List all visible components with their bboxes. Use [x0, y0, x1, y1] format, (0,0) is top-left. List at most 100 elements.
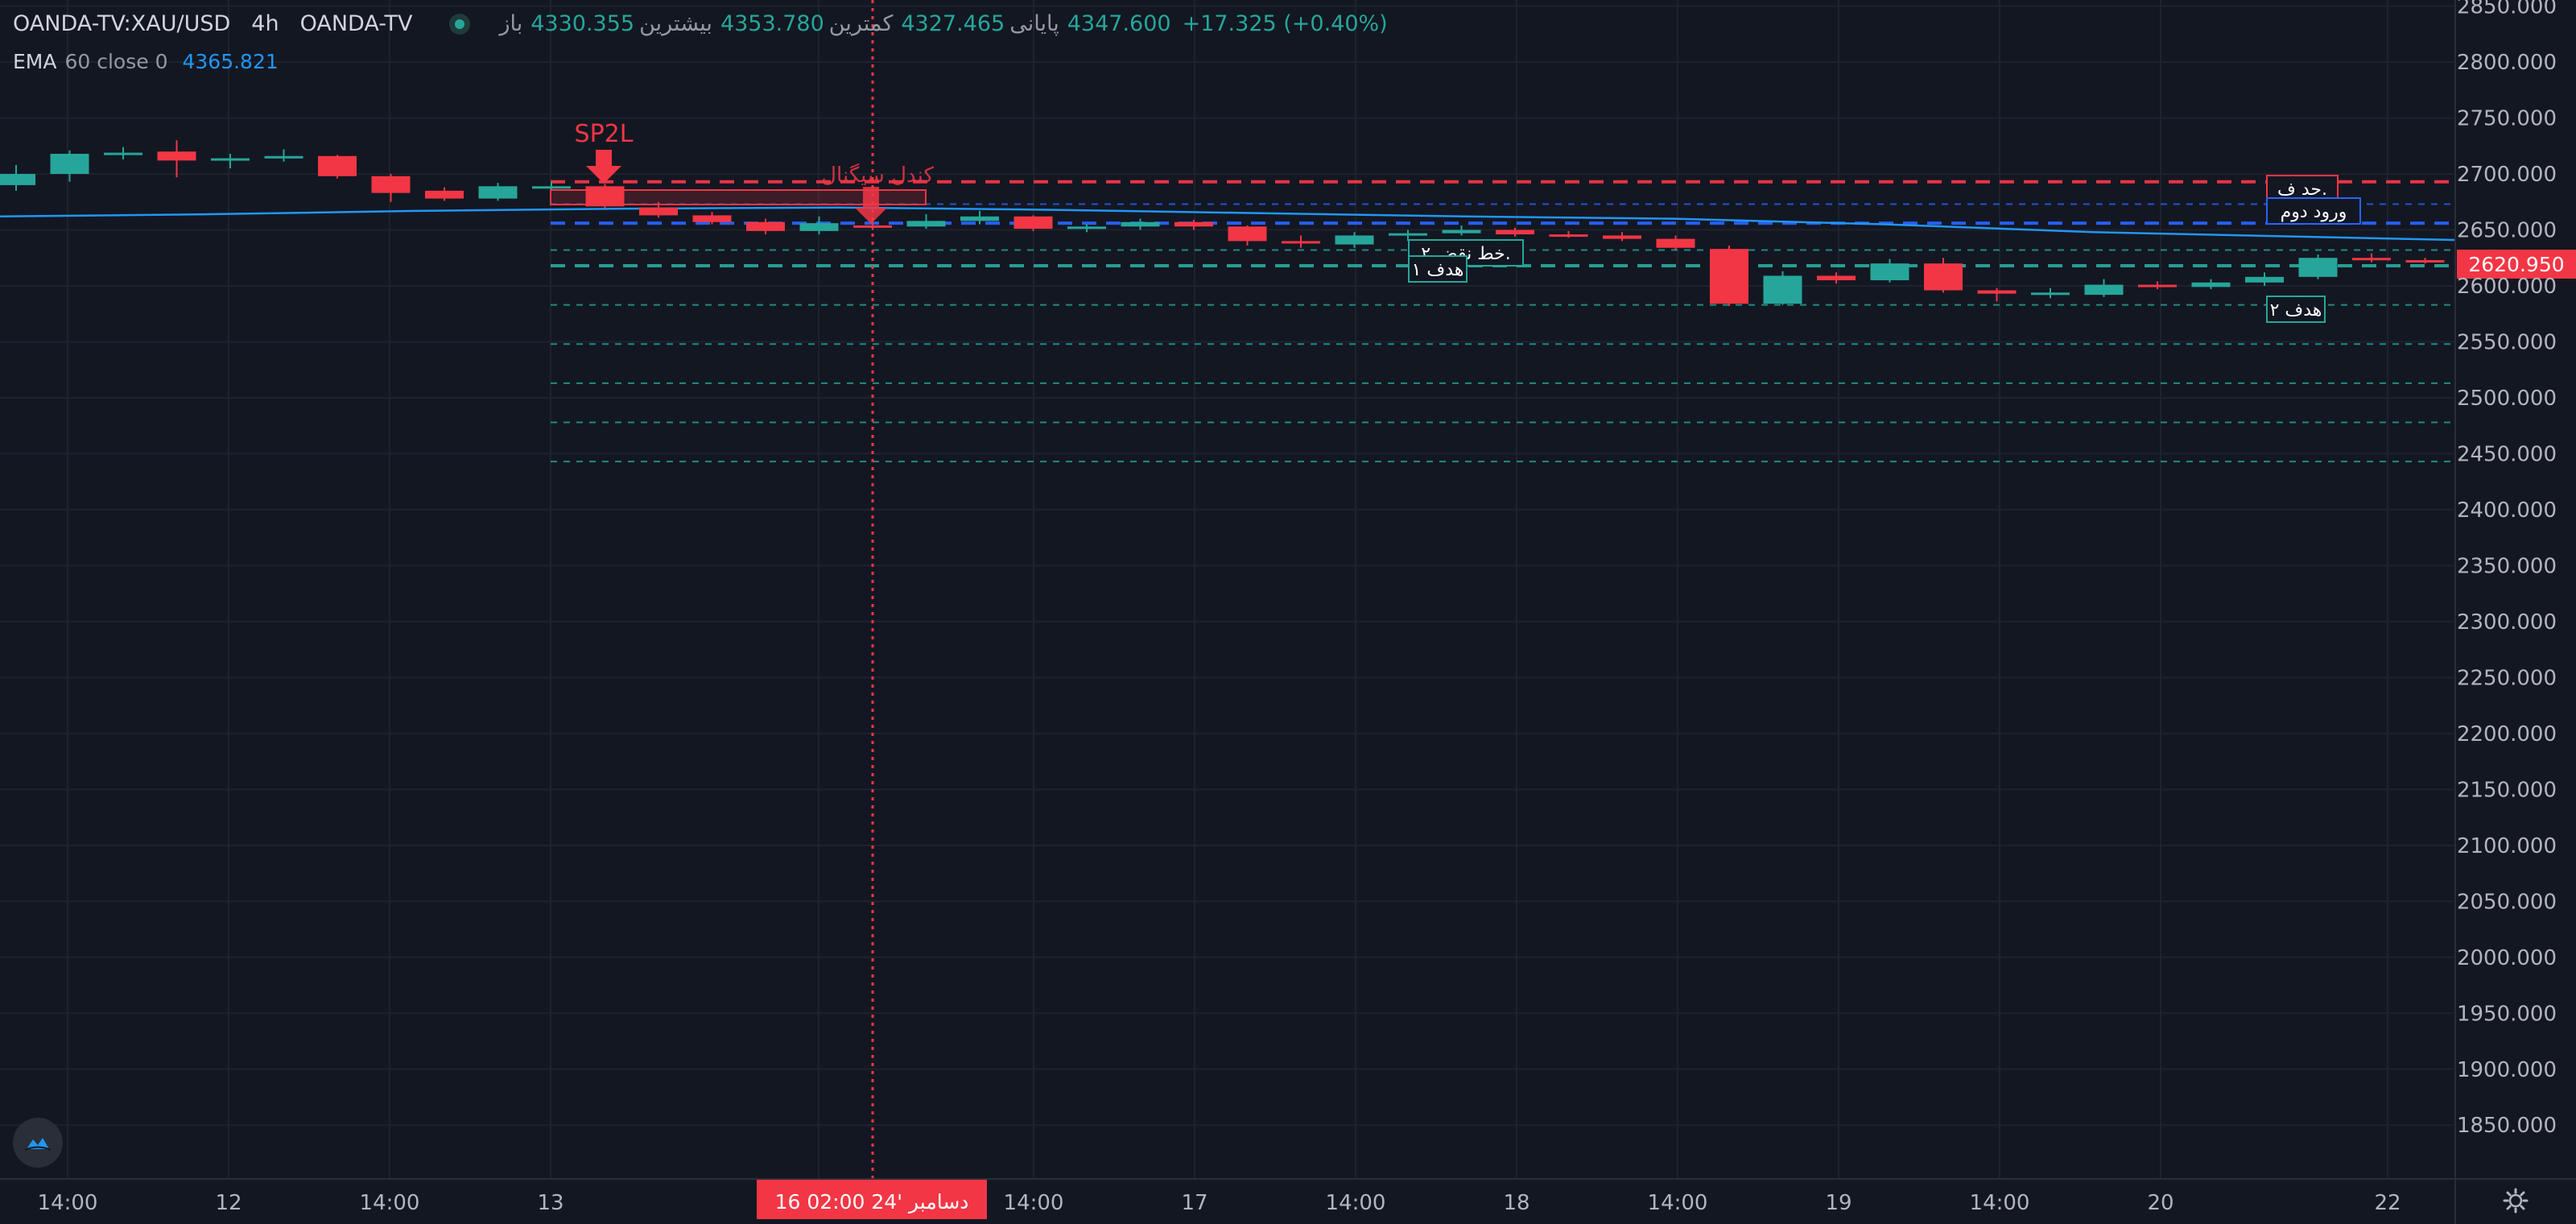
candle-body [1763, 275, 1802, 304]
interval-label[interactable]: 4h [251, 11, 279, 36]
symbol-legend[interactable]: OANDA-TV:XAU/USD 4h OANDA-TV باز 4330.35… [13, 11, 1388, 36]
candle-body [1656, 238, 1695, 248]
candle-body [2245, 276, 2284, 283]
candle-body [157, 151, 196, 161]
candle-body [1121, 221, 1160, 227]
candle-body [1924, 263, 1963, 291]
candle-body [1174, 221, 1213, 227]
candle-body [425, 190, 464, 199]
price-tick-label: 1900.000 [2457, 1058, 2557, 1082]
price-tick-label: 2050.000 [2457, 890, 2557, 914]
candle-body [1549, 234, 1588, 238]
candle-body [906, 221, 946, 227]
candle-body [478, 186, 518, 199]
close-label: پایانی [1009, 11, 1059, 36]
source-label: OANDA-TV [299, 11, 413, 36]
price-tick-label: 2300.000 [2457, 610, 2557, 635]
time-tick-label: 22 [2374, 1191, 2401, 1215]
price-chart[interactable]: SP2L کندل سیگنال 16 دسامبر '24 02:00 2620.9… [0, 0, 2576, 1224]
price-tick-label: 1950.000 [2457, 1002, 2557, 1026]
time-tick-label: 14:00 [360, 1191, 420, 1215]
candle-body [960, 216, 999, 221]
candle-body [799, 223, 839, 231]
price-tick-label: 2600.000 [2457, 275, 2557, 299]
candle-body [2138, 284, 2177, 287]
candle-body [639, 207, 678, 216]
target-label: حد ف. [2277, 180, 2327, 200]
signal-label: SP2L [575, 120, 634, 148]
candle-body [1228, 226, 1267, 242]
crosshair-time-label: 16 دسامبر '24 02:00 [775, 1190, 969, 1214]
candle-body [2405, 260, 2445, 263]
price-tick-label: 2650.000 [2457, 218, 2557, 242]
last-price-label: 2620.950 [2468, 253, 2564, 276]
candle-body [1710, 249, 1748, 304]
time-tick-label: 14:00 [1004, 1191, 1064, 1215]
price-tick-label: 2200.000 [2457, 722, 2557, 746]
market-status-icon [449, 13, 471, 35]
time-tick-label: 19 [1825, 1191, 1852, 1215]
ema-name: EMA [13, 50, 57, 73]
candle-body [318, 155, 357, 176]
time-tick-label: 12 [215, 1191, 242, 1215]
price-tick-label: 2850.000 [2457, 0, 2557, 19]
low-label: کمترین [828, 11, 894, 36]
candle-body [1282, 241, 1320, 244]
candle-body [2191, 282, 2231, 287]
target1-label: هدف ۱ [1412, 260, 1464, 280]
candle-body [1817, 275, 1856, 281]
candle-body [1335, 235, 1374, 245]
symbol-name[interactable]: OANDA-TV:XAU/USD [13, 11, 230, 36]
open-label: باز [499, 11, 523, 36]
price-tick-label: 2750.000 [2457, 107, 2557, 131]
candle-body [2031, 292, 2070, 296]
price-axis[interactable]: 2850.000 2800.000 2750.000 2700.000 2650.000… [2454, 0, 2557, 1224]
price-tick-label: 2400.000 [2457, 498, 2557, 523]
cloud-logo-icon[interactable] [13, 1118, 63, 1168]
candle-body [104, 152, 142, 155]
ema-value: 4365.821 [182, 50, 279, 73]
time-tick-label: 17 [1181, 1191, 1208, 1215]
price-tick-label: 2150.000 [2457, 778, 2557, 802]
candle-body [264, 155, 303, 159]
candle-body [532, 186, 571, 189]
price-tick-label: 2500.000 [2457, 387, 2557, 411]
candle-body [1442, 229, 1481, 234]
ema-params: 60 close 0 [64, 50, 168, 73]
candle-body [2352, 258, 2391, 261]
high-value: 4353.780 [720, 11, 824, 36]
time-tick-label: 14:00 [1326, 1191, 1386, 1215]
candle-body [1496, 229, 1534, 235]
time-axis[interactable]: 14:00 12 14:00 13 14:00 17 14:00 18 14:00 19 14:00… [0, 1178, 2576, 1215]
ema-legend[interactable]: EMA 60 close 0 4365.821 [13, 50, 279, 73]
time-tick-label: 20 [2147, 1191, 2174, 1215]
close-value: 4347.600 [1067, 11, 1171, 36]
open-value: 4330.355 [530, 11, 635, 36]
grid-lines [0, 0, 2455, 1179]
time-tick-label: 14:00 [1648, 1191, 1708, 1215]
target2-label: هدف ۲ [2270, 300, 2322, 320]
price-tick-label: 2450.000 [2457, 442, 2557, 466]
candle-body [211, 158, 250, 161]
signal-candle-label: کندل سیگنال [821, 163, 934, 188]
candle-body [1603, 235, 1641, 239]
candle-body [50, 153, 89, 174]
annotations: SP2L کندل سیگنال 16 دسامبر '24 02:00 2620.9… [550, 0, 2576, 1219]
time-tick-label: 13 [537, 1191, 564, 1215]
price-tick-label: 2250.000 [2457, 666, 2557, 690]
price-tick-label: 2800.000 [2457, 51, 2557, 75]
candle-body [692, 215, 732, 222]
signal-arrow-icon [586, 150, 621, 184]
time-tick-label: 14:00 [38, 1191, 98, 1215]
price-tick-label: 2700.000 [2457, 163, 2557, 187]
candle-body [1013, 216, 1053, 229]
price-tick-label: 1850.000 [2457, 1114, 2557, 1138]
candle-body [746, 221, 785, 231]
second-entry-label: ورود دوم [2281, 202, 2347, 222]
candle-body [371, 176, 411, 193]
gear-icon[interactable] [2502, 1187, 2529, 1214]
price-tick-label: 2100.000 [2457, 834, 2557, 858]
high-label: بیشترین [639, 11, 712, 36]
candle-body [1067, 226, 1106, 229]
time-tick-label: 18 [1503, 1191, 1530, 1215]
